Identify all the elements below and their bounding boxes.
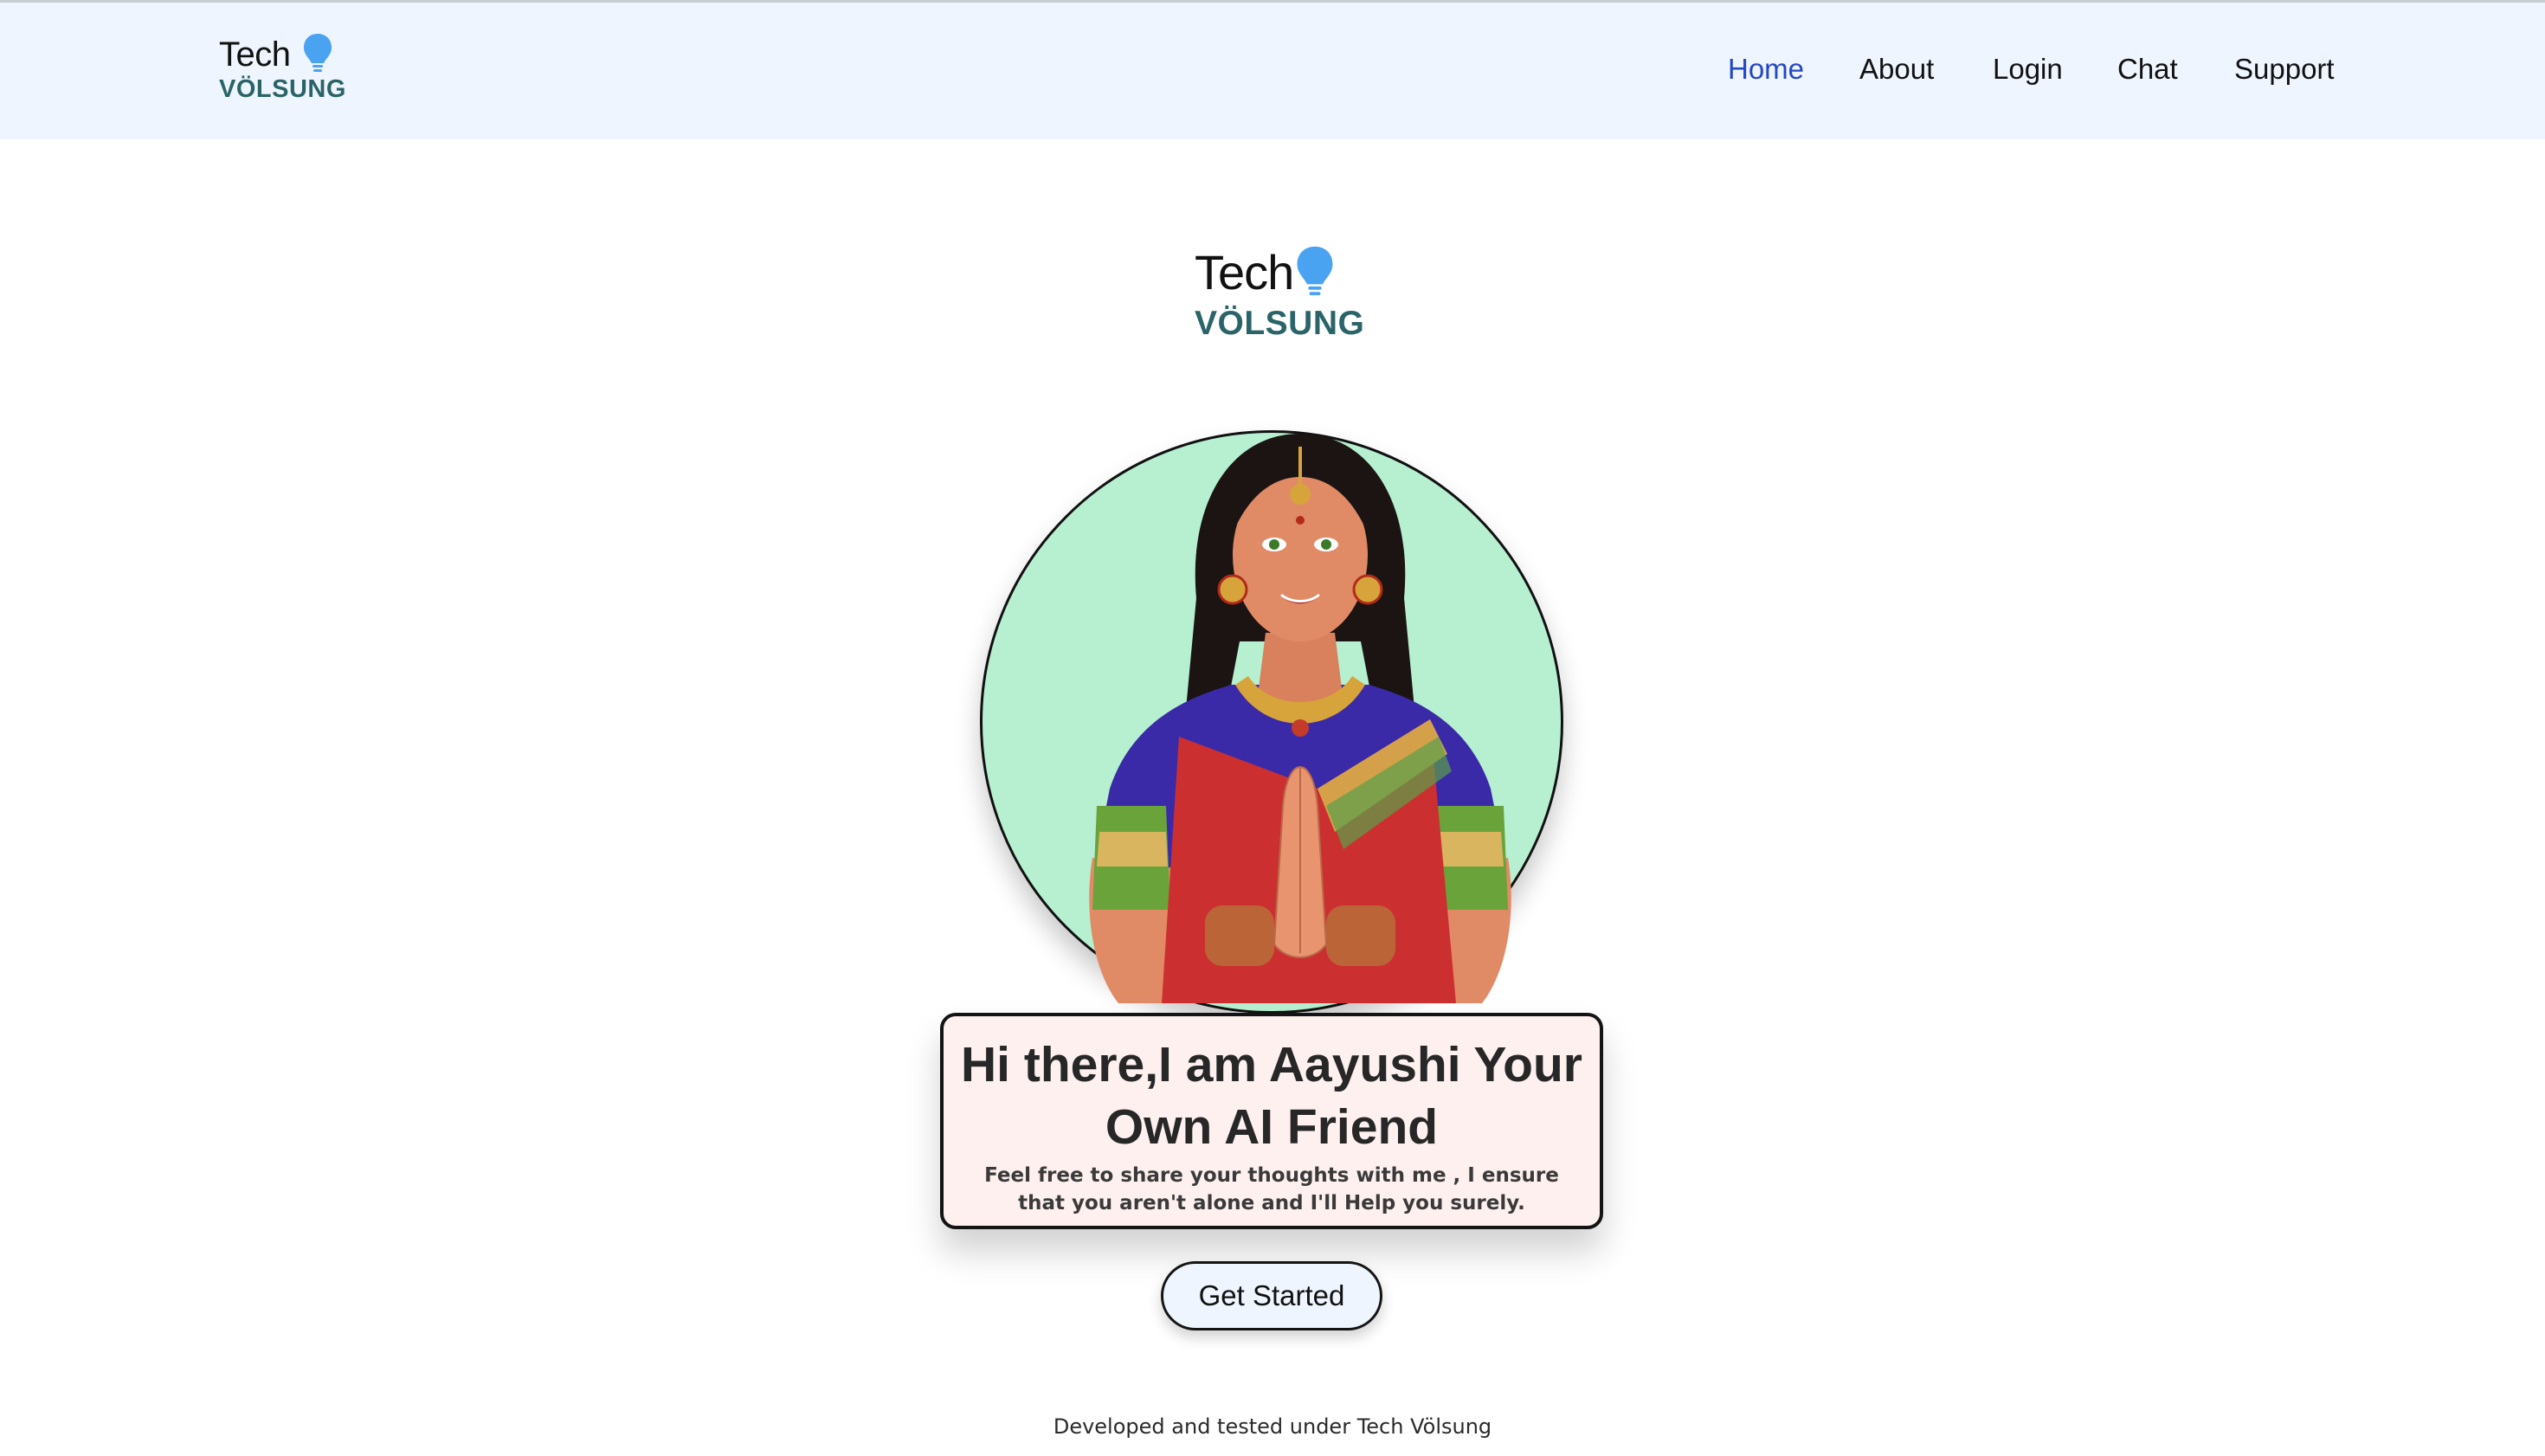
hero-logo: Tech VÖLSUNG xyxy=(1195,244,1385,348)
get-started-button[interactable]: Get Started xyxy=(1161,1261,1382,1330)
hero-subtitle: Feel free to share your thoughts with me… xyxy=(984,1164,1559,1214)
hero-card: Hi there,I am Aayushi Your Own AI Friend… xyxy=(940,1013,1603,1229)
hero-logo-volsung-text: VÖLSUNG xyxy=(1195,305,1365,342)
woman-namaste-avatar-icon xyxy=(1089,434,1511,1003)
lightbulb-icon xyxy=(1297,246,1333,296)
nav-login-link[interactable]: Login xyxy=(1993,53,2063,86)
nav-support-link[interactable]: Support xyxy=(2234,53,2335,86)
nav-about-link[interactable]: About xyxy=(1859,53,1934,86)
hero-title: Hi there,I am Aayushi Your Own AI Friend xyxy=(961,1037,1582,1155)
nav-home-link[interactable]: Home xyxy=(1728,53,1804,86)
navbar: Tech VÖLSUNG Home About Login Chat Suppo… xyxy=(0,3,2545,139)
avatar-container xyxy=(980,430,1563,1014)
main-nav: Home About Login Chat Support xyxy=(0,53,2545,96)
hero-logo-tech-text: Tech xyxy=(1195,245,1294,300)
nav-chat-link[interactable]: Chat xyxy=(2117,53,2178,86)
footer-text: Developed and tested under Tech Völsung xyxy=(1053,1414,1492,1439)
